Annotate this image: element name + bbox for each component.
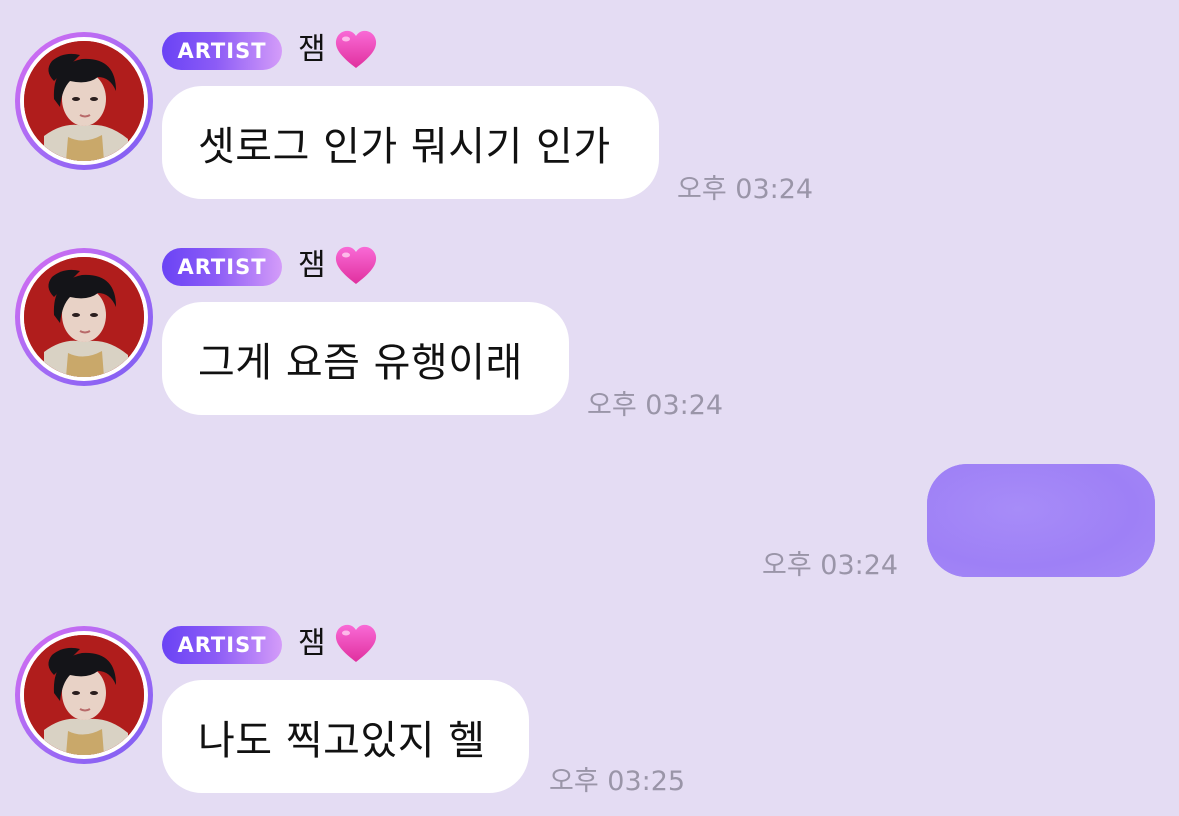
own-message-bubble[interactable] — [927, 464, 1155, 577]
heart-icon — [335, 30, 377, 68]
artist-badge: ARTIST — [162, 248, 282, 286]
profile-photo — [24, 41, 144, 161]
artist-badge: ARTIST — [162, 32, 282, 70]
message-timestamp: 오후 03:25 — [549, 766, 686, 797]
avatar[interactable] — [15, 626, 153, 764]
sender-name: 잼 — [298, 32, 326, 67]
sender-name: 잼 — [298, 626, 326, 661]
message-bubble[interactable]: 그게 요즘 유행이래 — [162, 302, 569, 415]
message-timestamp: 오후 03:24 — [677, 174, 814, 205]
heart-icon — [335, 246, 377, 284]
message-timestamp: 오후 03:24 — [587, 390, 724, 421]
artist-badge: ARTIST — [162, 626, 282, 664]
avatar[interactable] — [15, 32, 153, 170]
avatar[interactable] — [15, 248, 153, 386]
message-bubble[interactable]: 셋로그 인가 뭐시기 인가 — [162, 86, 659, 199]
sender-name: 잼 — [298, 248, 326, 283]
own-message-timestamp: 오후 03:24 — [762, 550, 899, 581]
message-text: 그게 요즘 유행이래 — [198, 339, 523, 386]
message-bubble[interactable]: 나도 찍고있지 헬 — [162, 680, 529, 793]
heart-icon — [335, 624, 377, 662]
message-text: 셋로그 인가 뭐시기 인가 — [198, 123, 611, 170]
profile-photo — [24, 257, 144, 377]
redacted-blur — [927, 464, 1155, 577]
message-text: 나도 찍고있지 헬 — [198, 717, 486, 764]
profile-photo — [24, 635, 144, 755]
